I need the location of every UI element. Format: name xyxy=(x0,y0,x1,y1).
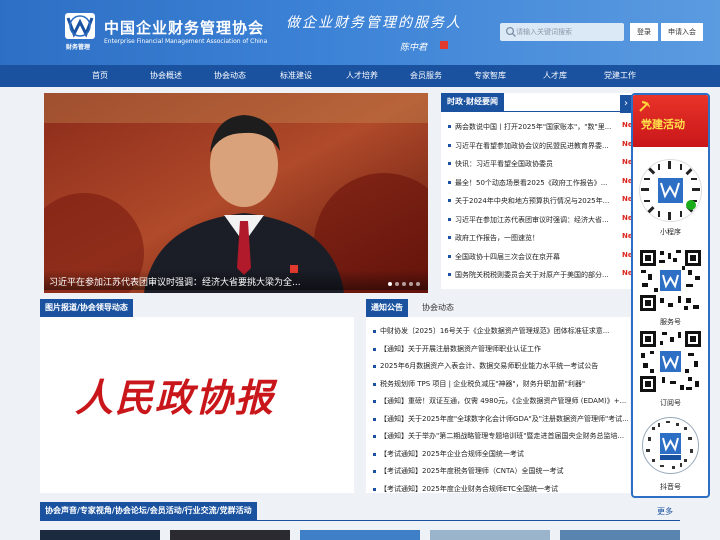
thumbnail[interactable] xyxy=(430,530,550,540)
douyin-label: 抖音号 xyxy=(660,483,681,491)
notice-item[interactable]: 中财协发〔2025〕16号关于《企业数据资产管理规范》团体标准征求意... xyxy=(372,325,628,343)
site-name[interactable]: 中国企业财务管理协会 xyxy=(104,17,264,38)
slider-dot[interactable] xyxy=(409,282,413,286)
news-item[interactable]: 习近平在参加江苏代表团审议时强调：经济大省... xyxy=(447,213,627,232)
news-item[interactable]: 最全！50个动态场景看2025《政府工作报告》... xyxy=(447,176,627,195)
news-item[interactable]: 国务院关税税则委员会关于对原产于美国的部分... xyxy=(447,268,627,287)
floating-sidebar: 党建活动 小程序 服务号 订阅号 抖音号 xyxy=(631,93,710,498)
party-activity-banner[interactable]: 党建活动 xyxy=(633,95,708,147)
news-item[interactable]: 全国政协十四届三次会议在京开幕 xyxy=(447,250,627,269)
nav-overview[interactable]: 协会概述 xyxy=(144,65,188,87)
notice-list: 中财协发〔2025〕16号关于《企业数据资产管理规范》团体标准征求意... 【通知… xyxy=(372,325,628,493)
search-box[interactable] xyxy=(500,23,624,41)
thumbnail[interactable] xyxy=(170,530,290,540)
apply-membership-button[interactable]: 申请入会 xyxy=(661,23,703,41)
more-link[interactable]: 更多 xyxy=(657,506,673,517)
news-item[interactable]: 关于2024年中央和地方预算执行情况与2025年... xyxy=(447,194,627,213)
party-activity-text: 党建活动 xyxy=(641,118,685,131)
slider-caption[interactable]: 习近平在参加江苏代表团审议时强调：经济大省要挑大梁为全... xyxy=(49,275,301,288)
divider xyxy=(441,111,631,112)
site-name-en: Enterprise Financial Management Associat… xyxy=(104,38,268,45)
subscription-account-qr[interactable]: 订阅号 xyxy=(638,329,703,408)
site-header: 财务管理 中国企业财务管理协会 Enterprise Financial Man… xyxy=(0,0,720,65)
party-emblem-icon xyxy=(639,101,650,112)
notice-item[interactable]: 【考试通知】2025年度企业财务合规师ETC全国统一考试 xyxy=(372,483,628,494)
login-button[interactable]: 登录 xyxy=(630,23,658,41)
notice-item[interactable]: 【通知】关于2025年度"全球数字化会计师GDA"及"注册数据资产管理师"考试.… xyxy=(372,413,628,431)
douyin-code xyxy=(638,413,703,478)
notice-item[interactable]: 【考试通知】2025年度税务管理师（CNTA）全国统一考试 xyxy=(372,465,628,483)
notices-panel: 中财协发〔2025〕16号关于《企业数据资产管理规范》团体标准征求意... 【通知… xyxy=(366,317,630,493)
subscription-account-label: 订阅号 xyxy=(660,399,681,407)
qr-code xyxy=(638,248,703,313)
slider-dot[interactable] xyxy=(402,282,406,286)
news-item[interactable]: 习近平在看望参加政协会议的民盟民进教育界委... xyxy=(447,139,627,158)
nav-party-building[interactable]: 党建工作 xyxy=(598,65,642,87)
news-item[interactable]: 快讯：习近平看望全国政协委员 xyxy=(447,157,627,176)
thumbnail[interactable] xyxy=(40,530,160,540)
qr-code xyxy=(638,329,703,394)
notice-item[interactable]: 2025年6月数据资产入表会计、数据交易师职业能力水平统一考试公告 xyxy=(372,360,628,378)
mini-program-qr xyxy=(639,159,702,222)
search-icon[interactable] xyxy=(505,26,517,38)
news-item[interactable]: 关于做好会计师事务所2024年度报备工作的通知 xyxy=(447,287,627,290)
nav-member-services[interactable]: 会员服务 xyxy=(404,65,448,87)
divider xyxy=(40,520,680,521)
news-list: 两会数说中国丨打开2025年"国家账本"，"数"里... 习近平在看望参加政协会议… xyxy=(447,120,627,289)
service-account-label: 服务号 xyxy=(660,318,681,326)
tab-photo-reports[interactable]: 图片报道/协会领导动态 xyxy=(40,299,133,317)
slider-dot[interactable] xyxy=(388,282,392,286)
calligraphy-signature: 陈中君 xyxy=(400,43,428,53)
notice-item[interactable]: 【通知】关于举办"第二期战略管理专题培训班"暨走进首届国央企财务总监培... xyxy=(372,430,628,448)
logo-text: 财务管理 xyxy=(66,44,91,51)
notice-item[interactable]: 【通知】重磅！双证互通，仅需 4980元，《企业数据资产管理师 (EDAM)》+… xyxy=(372,395,628,413)
nav-standards[interactable]: 标准建设 xyxy=(274,65,318,87)
tab-association-news[interactable]: 协会动态 xyxy=(422,299,454,317)
calligraphy-motto: 做企业财务管理的服务人 xyxy=(286,15,462,31)
service-account-qr[interactable]: 服务号 xyxy=(638,248,703,327)
slider-caption-overlay: 习近平在参加江苏代表团审议时强调：经济大省要挑大梁为全... xyxy=(44,270,428,290)
mini-program-label: 小程序 xyxy=(660,228,681,236)
douyin-qr[interactable]: 抖音号 xyxy=(638,413,703,492)
news-item[interactable]: 两会数说中国丨打开2025年"国家账本"，"数"里... xyxy=(447,120,627,139)
slider-dot[interactable] xyxy=(416,282,420,286)
slider-dot[interactable] xyxy=(395,282,399,286)
thumbnail[interactable] xyxy=(300,530,420,540)
news-item[interactable]: 政府工作报告，一图速览！ xyxy=(447,231,627,250)
main-nav: 首页 协会概述 协会动态 标准建设 人才培养 会员服务 专家智库 人才库 党建工… xyxy=(0,65,720,87)
nav-training[interactable]: 人才培养 xyxy=(340,65,384,87)
thumbnail[interactable] xyxy=(560,530,680,540)
nav-news[interactable]: 协会动态 xyxy=(208,65,252,87)
headline-slider[interactable] xyxy=(44,93,428,293)
search-input[interactable] xyxy=(516,23,620,41)
mini-program-code[interactable]: 小程序 xyxy=(638,158,703,237)
notice-item[interactable]: 税务规划师 TPS 项目 | 企业税负减压"神器"，财务升职加薪"利器" xyxy=(372,378,628,396)
notice-item[interactable]: 【考试通知】2025年企业合规师全国统一考试 xyxy=(372,448,628,466)
nav-expert-think-tank[interactable]: 专家智库 xyxy=(468,65,512,87)
news-panel: 时政·财经要闻 两会数说中国丨打开2025年"国家账本"，"数"里... 习近平在… xyxy=(441,93,631,289)
slider-dots xyxy=(388,279,423,288)
tab-notices[interactable]: 通知公告 xyxy=(366,299,408,317)
nav-talent-pool[interactable]: 人才库 xyxy=(537,65,573,87)
nav-home[interactable]: 首页 xyxy=(82,65,118,87)
red-seal xyxy=(440,41,448,49)
tab-current-affairs[interactable]: 时政·财经要闻 xyxy=(441,93,505,111)
tab-association-voices[interactable]: 协会声音/专家视角/协会论坛/会员活动/行业交流/党群活动 xyxy=(40,502,257,520)
newspaper-title: 人民政协报 xyxy=(75,375,276,420)
headline-photo xyxy=(44,93,428,293)
notice-item[interactable]: 【通知】关于开展注册数据资产管理师职业认证工作 xyxy=(372,343,628,361)
